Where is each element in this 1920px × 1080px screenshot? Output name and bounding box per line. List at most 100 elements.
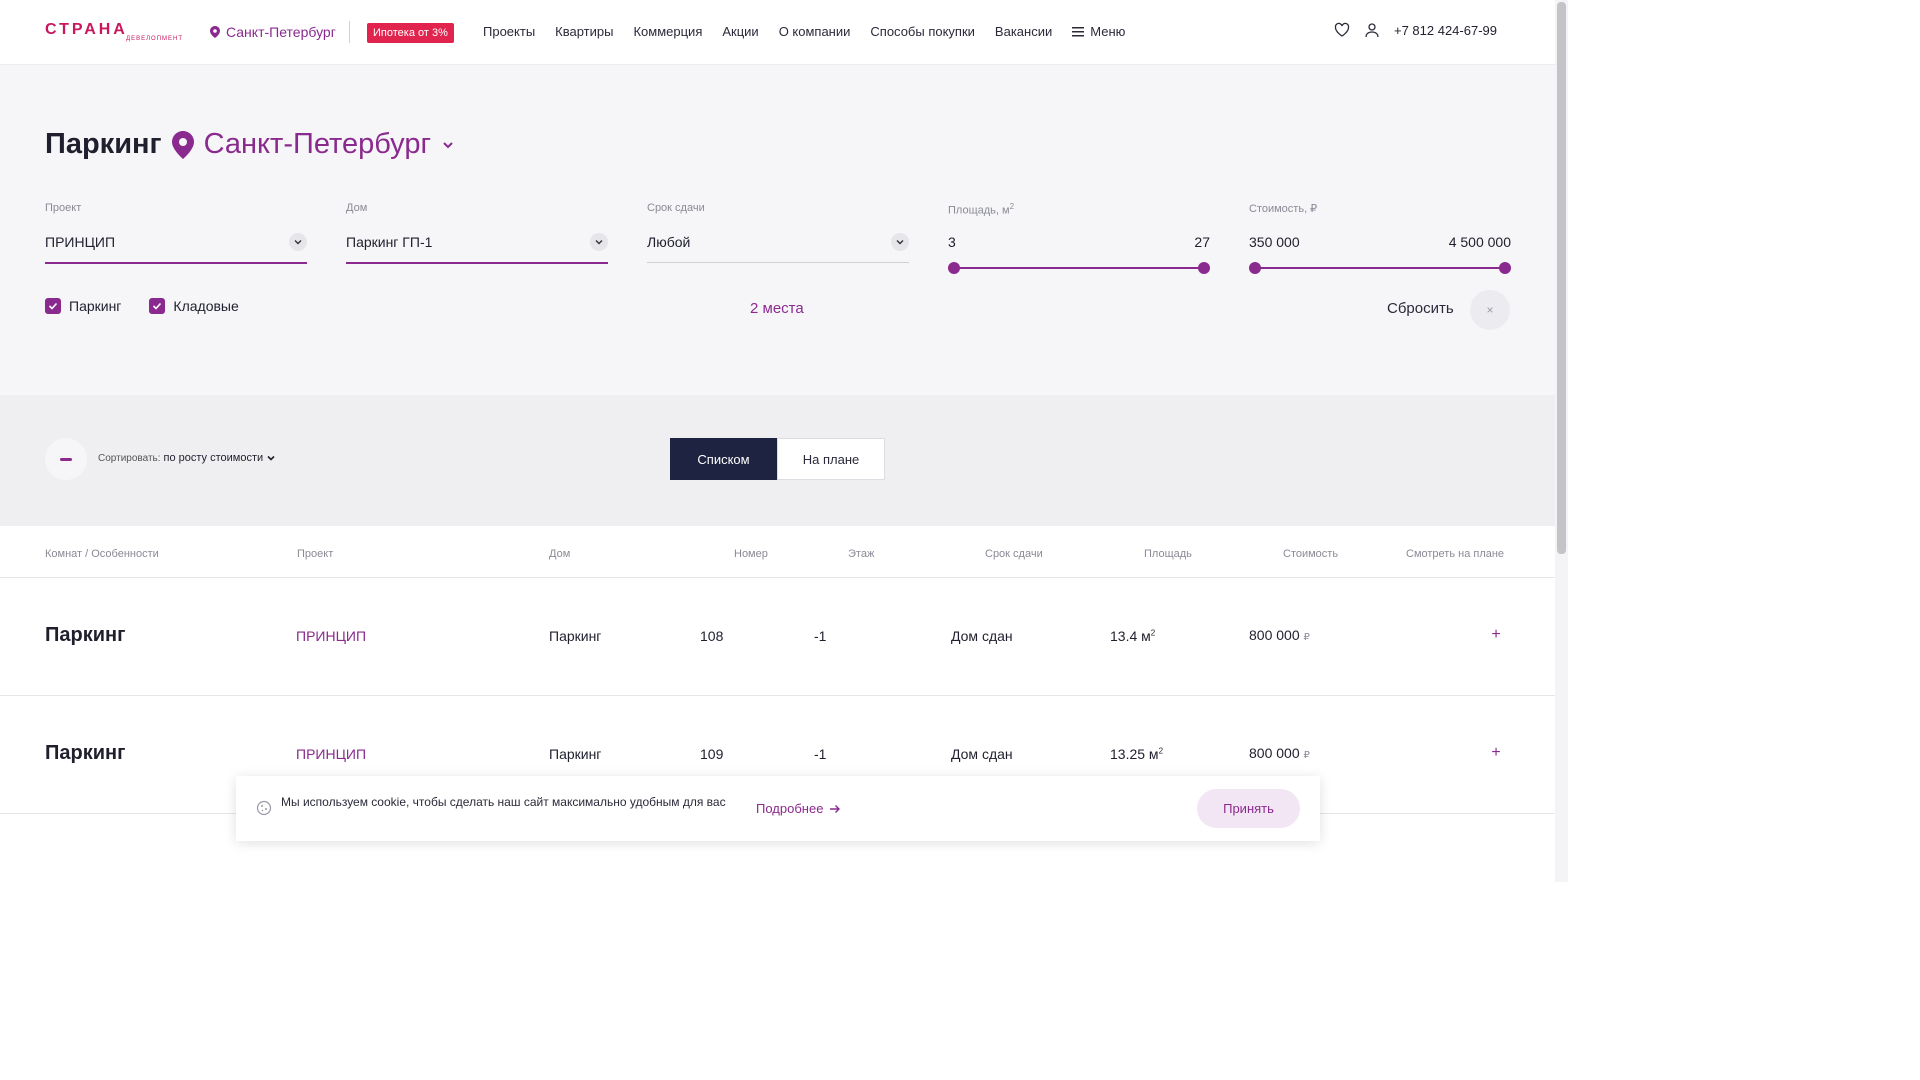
row-project[interactable]: ПРИНЦИП <box>296 746 366 762</box>
menu-label: Меню <box>1090 24 1126 39</box>
project-filter-value: ПРИНЦИП <box>45 234 116 250</box>
cookie-text: Мы используем cookie, чтобы сделать наш … <box>281 795 726 809</box>
phone-number[interactable]: +7 812 424-67-99 <box>1394 23 1497 38</box>
col-plan: Смотреть на плане <box>1406 548 1505 560</box>
view-tabs: Списком На плане <box>670 438 885 480</box>
checkbox-storage-label: Кладовые <box>173 298 239 314</box>
col-term[interactable]: Срок сдачи <box>985 548 1043 560</box>
price-range-track <box>1255 267 1505 269</box>
sort-prefix: Сортировать: <box>98 452 161 464</box>
col-number[interactable]: Номер <box>734 548 768 560</box>
hamburger-icon <box>1072 26 1085 36</box>
cookie-icon <box>256 800 272 816</box>
row-number: 109 <box>700 746 724 762</box>
heart-icon[interactable] <box>1334 22 1350 38</box>
area-filter: Площадь, м2 3 27 <box>948 202 1210 274</box>
checkmark-icon <box>45 298 61 314</box>
page-scrollbar[interactable] <box>1555 0 1568 882</box>
price-max-value: 4 500 000 <box>1448 234 1511 250</box>
plus-icon[interactable]: + <box>1486 626 1506 646</box>
col-price[interactable]: Стоимость <box>1283 548 1338 560</box>
area-max-handle[interactable] <box>1198 262 1210 274</box>
arrow-right-icon <box>830 804 841 813</box>
cookie-banner: Мы используем cookie, чтобы сделать наш … <box>236 776 1320 841</box>
price-min-handle[interactable] <box>1249 262 1261 274</box>
price-range-slider[interactable] <box>1249 262 1511 274</box>
nav-item-promotions[interactable]: Акции <box>722 24 758 39</box>
city-selector-label: Санкт-Петербург <box>226 24 336 40</box>
mortgage-badge[interactable]: Ипотека от 3% <box>367 23 454 43</box>
menu-button[interactable]: Меню <box>1072 24 1125 39</box>
main-nav: Проекты Квартиры Коммерция Акции О компа… <box>483 24 1125 39</box>
col-floor[interactable]: Этаж <box>848 548 874 560</box>
sort-selector[interactable]: Сортировать: по росту стоимости <box>98 452 276 464</box>
project-filter[interactable]: Проект ПРИНЦИП <box>45 202 307 264</box>
row-house: Паркинг <box>549 746 602 762</box>
checkbox-parking[interactable]: Паркинг <box>45 298 121 314</box>
header-actions: +7 812 424-67-99 <box>1334 22 1497 38</box>
tab-plan[interactable]: На плане <box>777 438 885 480</box>
cookie-more-link[interactable]: Подробнее <box>756 801 841 816</box>
col-project[interactable]: Проект <box>297 548 333 560</box>
user-icon[interactable] <box>1364 22 1380 38</box>
nav-item-apartments[interactable]: Квартиры <box>555 24 613 39</box>
plus-icon[interactable]: + <box>1486 744 1506 764</box>
price-max-handle[interactable] <box>1499 262 1511 274</box>
row-type: Паркинг <box>45 624 126 646</box>
term-filter-value: Любой <box>647 234 691 250</box>
price-filter-label: Стоимость, ₽ <box>1249 203 1318 215</box>
city-selector[interactable]: Санкт-Петербург <box>210 24 336 40</box>
row-term: Дом сдан <box>951 746 1013 762</box>
page-title-text: Паркинг <box>45 128 162 160</box>
sort-value: по росту стоимости <box>163 452 264 464</box>
area-range-track <box>954 267 1204 269</box>
result-count: 2 места <box>750 300 804 317</box>
area-filter-label: Площадь, м2 <box>948 202 1015 217</box>
term-filter[interactable]: Срок сдачи Любой <box>647 202 909 263</box>
row-price: 800 000 ₽ <box>1249 745 1310 761</box>
nav-item-vacancies[interactable]: Вакансии <box>995 24 1052 39</box>
logo-subtext: ДЕВЕЛОПМЕНТ <box>126 36 183 42</box>
row-term: Дом сдан <box>951 628 1013 644</box>
nav-item-projects[interactable]: Проекты <box>483 24 535 39</box>
row-floor: -1 <box>814 746 827 762</box>
col-area[interactable]: Площадь <box>1144 548 1192 560</box>
area-range-slider[interactable] <box>948 262 1210 274</box>
area-min-handle[interactable] <box>948 262 960 274</box>
nav-item-about[interactable]: О компании <box>779 24 851 39</box>
reset-close-icon[interactable]: × <box>1470 290 1510 330</box>
term-filter-underline <box>647 262 909 263</box>
term-filter-label: Срок сдачи <box>647 202 705 214</box>
logo[interactable]: СТРАНА ДЕВЕЛОПМЕНТ <box>45 22 185 43</box>
tab-list[interactable]: Списком <box>670 438 777 480</box>
area-min-value: 3 <box>948 234 956 250</box>
checkbox-storage[interactable]: Кладовые <box>149 298 239 314</box>
location-pin-icon <box>171 130 194 159</box>
location-pin-icon <box>210 26 220 38</box>
nav-item-purchase-methods[interactable]: Способы покупки <box>870 24 975 39</box>
row-type: Паркинг <box>45 742 126 764</box>
chevron-down-icon <box>289 233 307 251</box>
header-divider <box>349 21 350 43</box>
nav-item-commerce[interactable]: Коммерция <box>633 24 702 39</box>
col-rooms[interactable]: Комнат / Особенности <box>45 548 159 560</box>
checkbox-parking-label: Паркинг <box>69 298 122 314</box>
title-city-selector[interactable]: Санкт-Петербург <box>171 128 455 161</box>
row-price: 800 000 ₽ <box>1249 627 1310 643</box>
reset-button[interactable]: Сбросить <box>1387 300 1454 317</box>
title-city-label: Санкт-Петербург <box>203 128 432 160</box>
type-checkboxes: Паркинг Кладовые <box>45 298 239 314</box>
accept-cookies-button[interactable]: Принять <box>1197 789 1300 828</box>
table-row[interactable]: Паркинг ПРИНЦИП Паркинг 108 -1 Дом сдан … <box>0 578 1555 696</box>
col-house[interactable]: Дом <box>549 548 570 560</box>
chevron-down-icon <box>590 233 608 251</box>
checkmark-icon <box>149 298 166 314</box>
house-filter[interactable]: Дом Паркинг ГП-1 <box>346 202 608 264</box>
project-filter-underline <box>45 262 307 264</box>
row-project[interactable]: ПРИНЦИП <box>296 628 366 644</box>
price-filter: Стоимость, ₽ 350 000 4 500 000 <box>1249 202 1511 274</box>
scrollbar-thumb[interactable] <box>1557 2 1566 554</box>
sort-icon[interactable] <box>45 438 87 480</box>
house-filter-value: Паркинг ГП-1 <box>346 234 433 250</box>
row-area: 13.25 м2 <box>1110 746 1164 762</box>
